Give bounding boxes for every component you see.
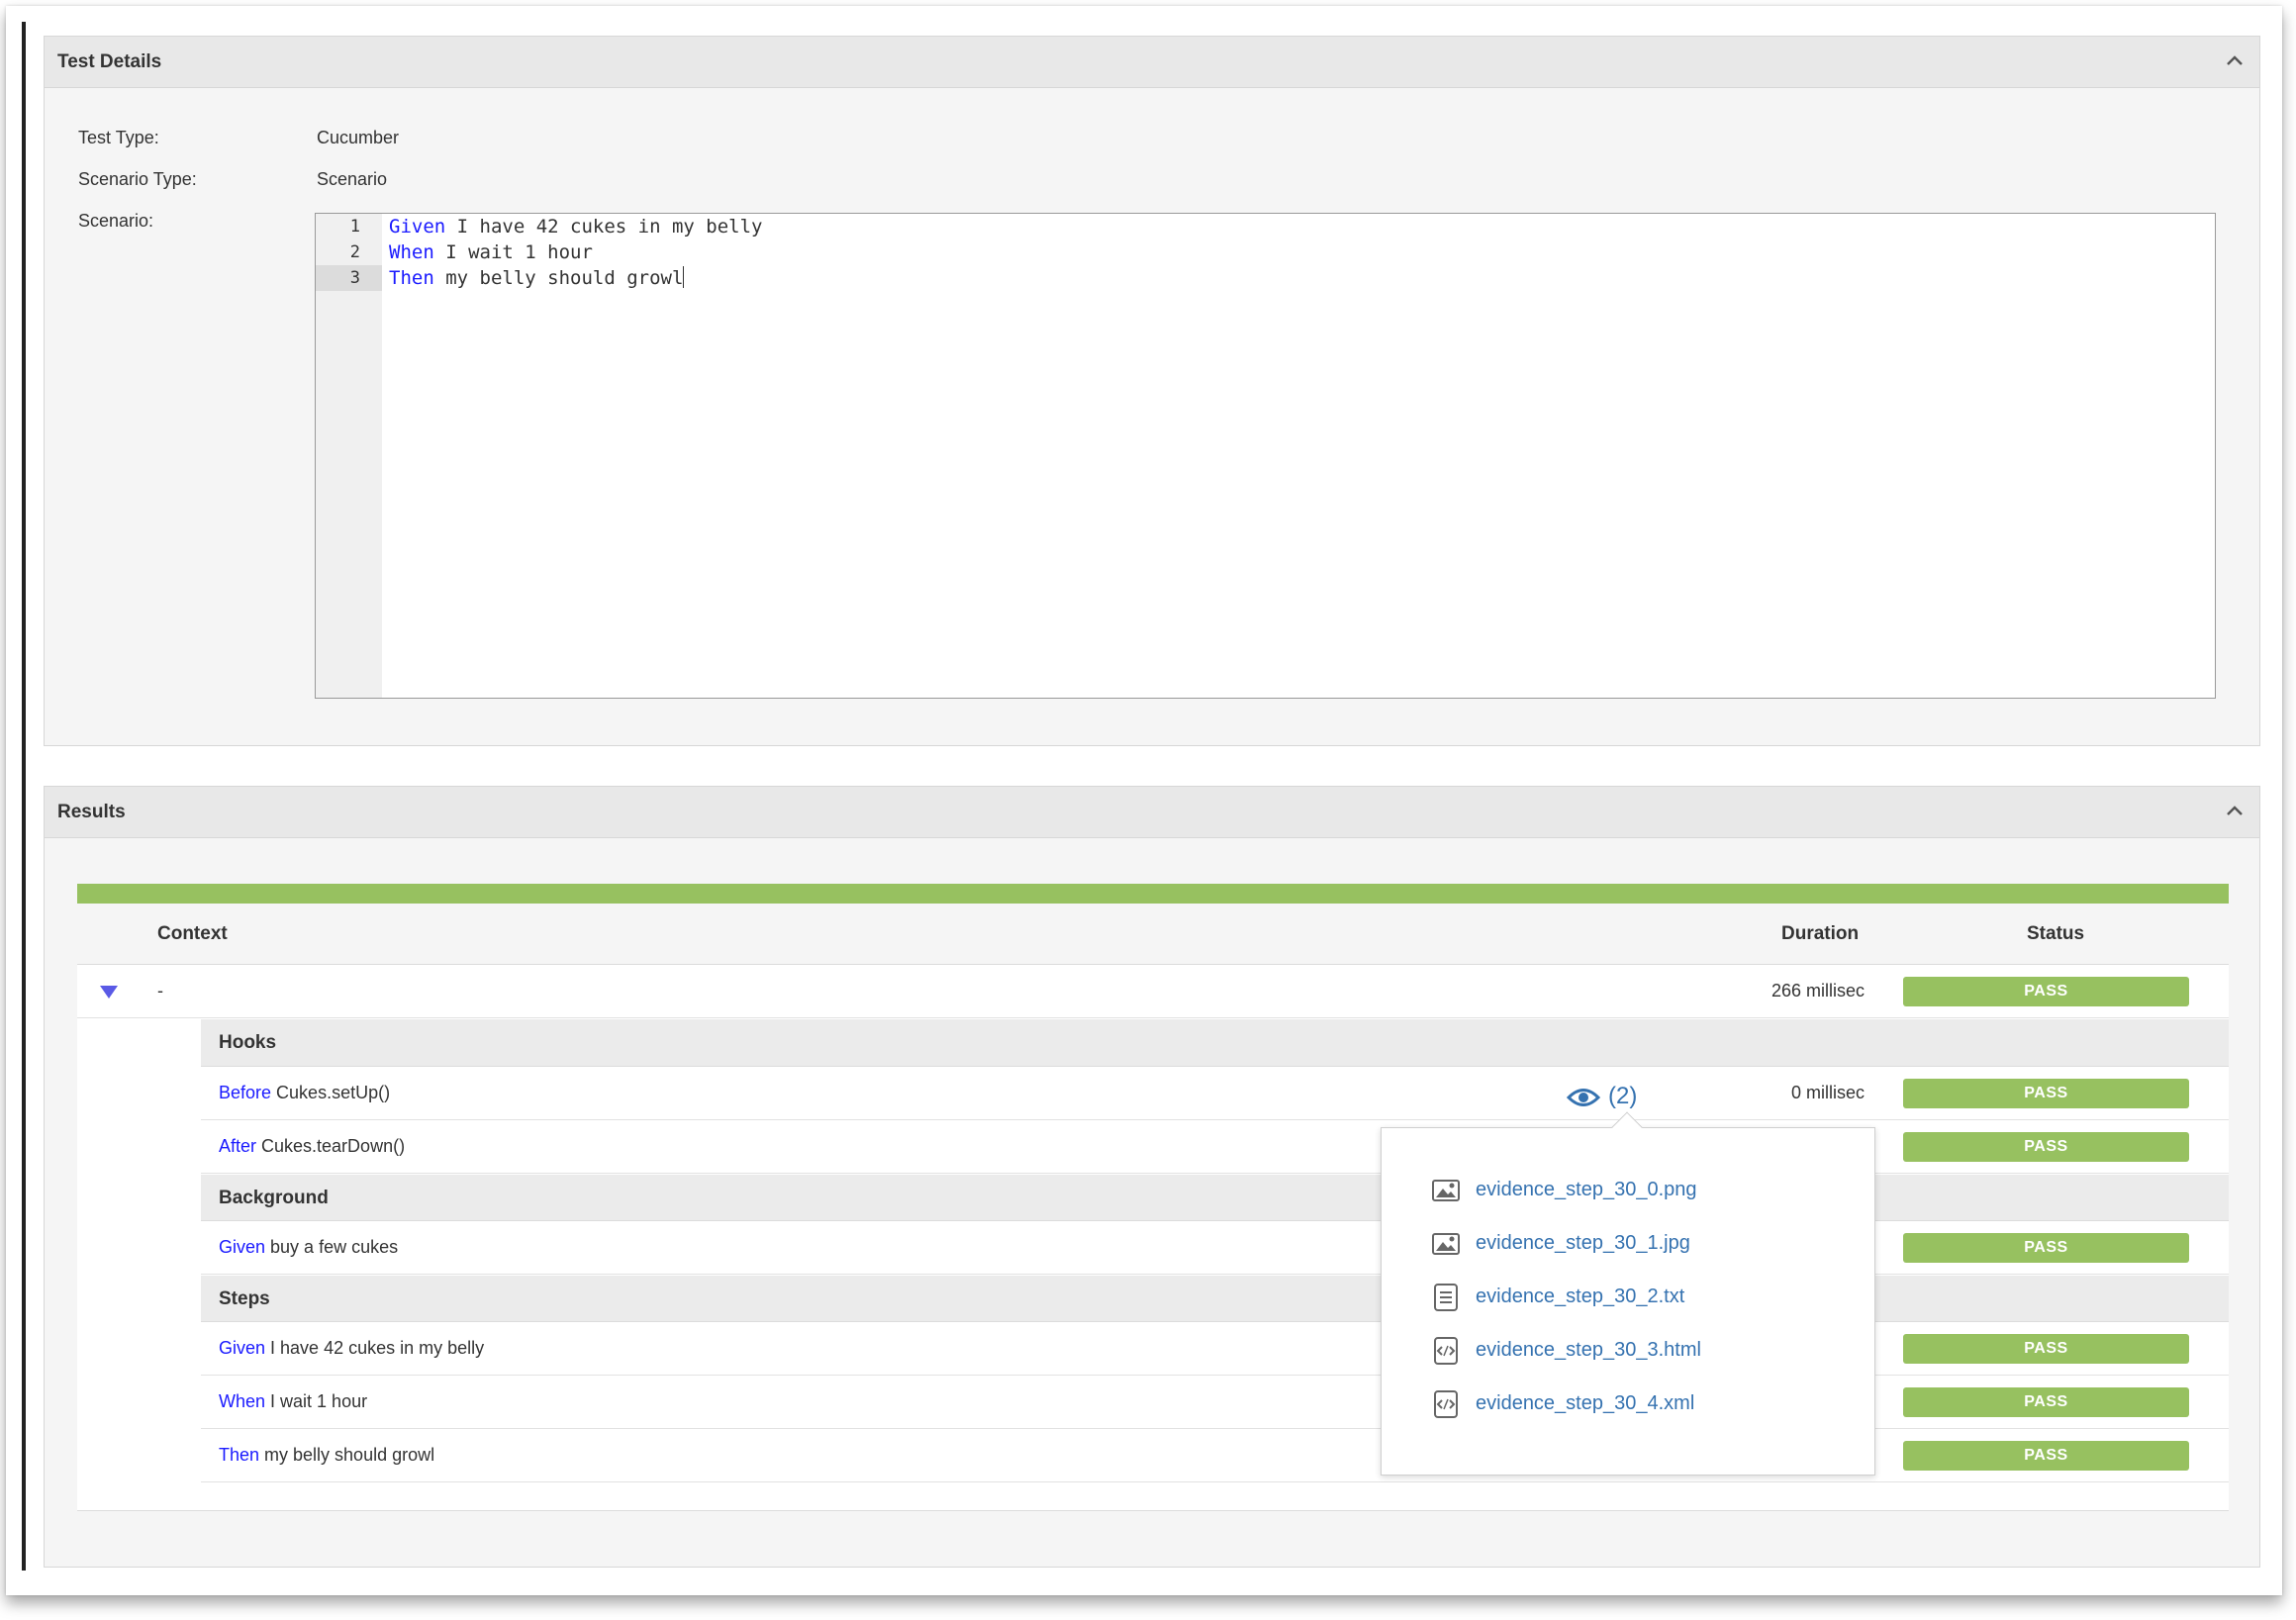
step-text: Given I have 42 cukes in my belly xyxy=(219,1338,484,1359)
gherkin-keyword: Given xyxy=(389,216,446,238)
status-badge: PASS xyxy=(1903,1132,2189,1162)
scenario-type-label: Scenario Type: xyxy=(78,169,197,189)
step-description: I have 42 cukes in my belly xyxy=(265,1338,485,1358)
results-header[interactable]: Results xyxy=(45,787,2259,838)
chevron-up-icon[interactable] xyxy=(2222,787,2248,838)
code-line[interactable]: When I wait 1 hour xyxy=(389,239,593,265)
test-details-title: Test Details xyxy=(57,51,162,72)
results-title: Results xyxy=(57,802,126,822)
test-type-label: Test Type: xyxy=(78,128,159,147)
table-bottom-border xyxy=(77,1510,2229,1511)
line-number-active: 3 xyxy=(316,265,382,291)
evidence-link[interactable]: evidence_step_30_1.jpg xyxy=(1476,1232,1690,1255)
image-file-icon xyxy=(1432,1233,1460,1255)
code-text: I wait 1 hour xyxy=(433,241,593,263)
scenario-editor[interactable]: 1 2 3 Given I have 42 cukes in my belly … xyxy=(315,213,2216,699)
evidence-count: (2) xyxy=(1608,1083,1638,1109)
step-row[interactable]: Given buy a few cukes PASS xyxy=(201,1222,2229,1275)
step-row[interactable]: Before Cukes.setUp() 0 millisec PASS xyxy=(201,1068,2229,1120)
step-text: After Cukes.tearDown() xyxy=(219,1136,405,1157)
code-file-icon xyxy=(1434,1337,1458,1365)
step-keyword: When xyxy=(219,1391,266,1411)
text-file-icon xyxy=(1434,1284,1458,1311)
code-text: I have 42 cukes in my belly xyxy=(445,216,763,238)
step-description: my belly should growl xyxy=(259,1445,435,1465)
status-badge: PASS xyxy=(1903,1079,2189,1108)
step-row[interactable]: Given I have 42 cukes in my belly PASS xyxy=(201,1323,2229,1376)
section-steps: Steps xyxy=(201,1276,2229,1322)
evidence-link[interactable]: evidence_step_30_2.txt xyxy=(1476,1286,1684,1308)
scenario-label: Scenario: xyxy=(78,211,154,231)
eye-icon xyxy=(1567,1089,1600,1106)
step-keyword: Given xyxy=(219,1237,266,1257)
column-duration: Duration xyxy=(1781,923,1860,944)
step-row[interactable]: After Cukes.tearDown() PASS xyxy=(201,1121,2229,1174)
status-badge: PASS xyxy=(1903,1441,2189,1471)
step-row[interactable]: When I wait 1 hour PASS xyxy=(201,1377,2229,1429)
summary-row[interactable]: - 266 millisec PASS xyxy=(77,966,2229,1018)
code-line[interactable]: Given I have 42 cukes in my belly xyxy=(389,214,763,239)
step-row[interactable]: Then my belly should growl PASS xyxy=(201,1430,2229,1482)
column-context: Context xyxy=(157,923,228,944)
line-number: 1 xyxy=(349,217,360,237)
step-description: I wait 1 hour xyxy=(265,1391,368,1411)
step-duration: 0 millisec xyxy=(1790,1083,1865,1102)
results-table: Context Duration Status - 266 millisec P… xyxy=(77,884,2229,1511)
step-description: buy a few cukes xyxy=(265,1237,399,1257)
step-text: Before Cukes.setUp() xyxy=(219,1083,390,1103)
status-badge: PASS xyxy=(1903,977,2189,1006)
section-background: Background xyxy=(201,1175,2229,1221)
evidence-link[interactable]: evidence_step_30_0.png xyxy=(1476,1179,1697,1201)
gherkin-keyword: When xyxy=(389,241,434,263)
test-details-panel: Test Details Test Type: Cucumber Scenari… xyxy=(44,36,2260,746)
gherkin-keyword: Then xyxy=(389,267,434,289)
progress-bar xyxy=(77,884,2229,904)
code-text: my belly should growl xyxy=(433,267,684,289)
chevron-up-icon[interactable] xyxy=(2222,37,2248,88)
evidence-link[interactable]: evidence_step_30_4.xml xyxy=(1476,1392,1694,1415)
summary-context: - xyxy=(157,981,163,1001)
step-text: Given buy a few cukes xyxy=(219,1237,398,1258)
text-cursor xyxy=(683,266,685,288)
step-keyword: Given xyxy=(219,1338,266,1358)
image-file-icon xyxy=(1432,1180,1460,1201)
status-badge: PASS xyxy=(1903,1387,2189,1417)
step-keyword: Then xyxy=(219,1445,260,1465)
expand-toggle-icon[interactable] xyxy=(99,985,119,1000)
evidence-popover: evidence_step_30_0.png evidence_step_30_… xyxy=(1381,1111,1875,1476)
code-line[interactable]: Then my belly should growl xyxy=(389,265,685,291)
step-description: Cukes.tearDown() xyxy=(256,1136,406,1156)
table-header: Context Duration Status xyxy=(77,904,2229,965)
column-status: Status xyxy=(2027,923,2085,944)
test-type-value: Cucumber xyxy=(317,128,400,147)
results-panel: Results Context Duration Status - 266 mi… xyxy=(44,786,2260,1568)
step-text: When I wait 1 hour xyxy=(219,1391,367,1412)
section-hooks: Hooks xyxy=(201,1019,2229,1067)
step-description: Cukes.setUp() xyxy=(271,1083,391,1102)
left-border xyxy=(22,22,26,1571)
step-keyword: After xyxy=(219,1136,257,1156)
step-keyword: Before xyxy=(219,1083,272,1102)
line-number: 2 xyxy=(349,242,360,262)
status-badge: PASS xyxy=(1903,1334,2189,1364)
scenario-type-value: Scenario xyxy=(317,169,388,189)
test-details-header[interactable]: Test Details xyxy=(45,37,2259,88)
code-file-icon xyxy=(1434,1390,1458,1418)
summary-duration: 266 millisec xyxy=(1770,981,1865,1001)
step-text: Then my belly should growl xyxy=(219,1445,434,1466)
status-badge: PASS xyxy=(1903,1233,2189,1263)
evidence-link[interactable]: evidence_step_30_3.html xyxy=(1476,1339,1701,1362)
